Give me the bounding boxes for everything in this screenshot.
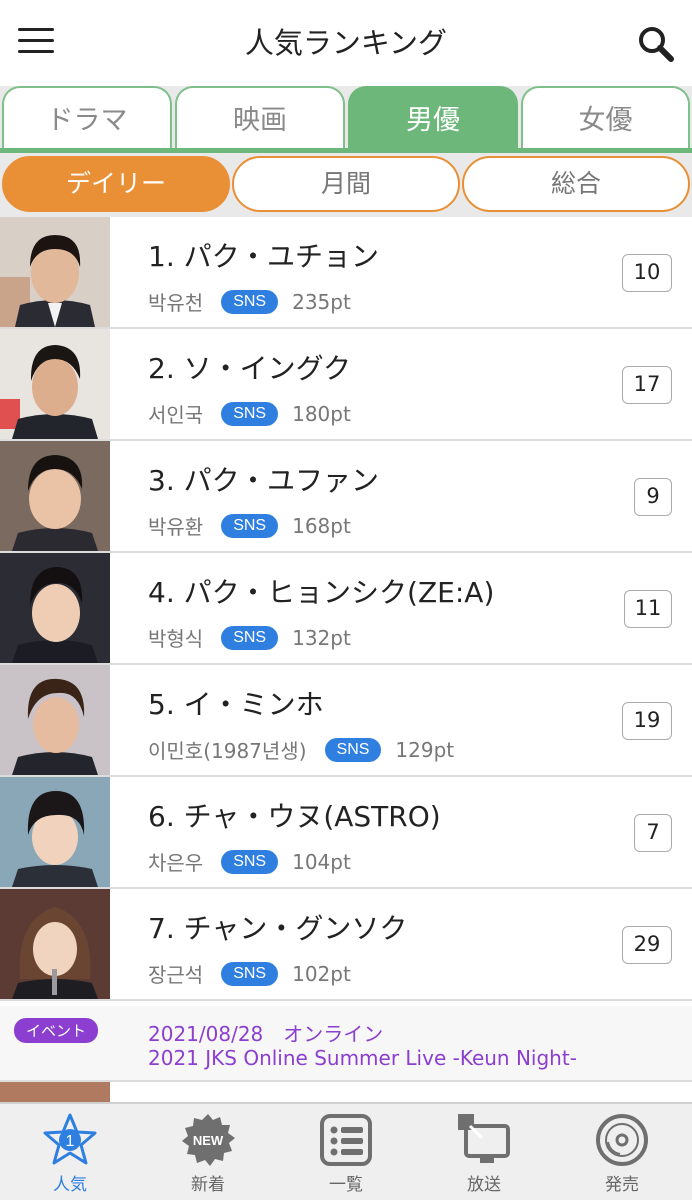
segment-overall[interactable]: 総合: [462, 156, 690, 212]
nav-new[interactable]: NEW 新着: [148, 1112, 268, 1202]
points: 129pt: [395, 737, 455, 762]
disc-icon: [596, 1114, 648, 1166]
new-text: NEW: [193, 1133, 224, 1148]
korean-name: 박유천: [148, 291, 204, 315]
korean-name: 차은우: [148, 851, 204, 875]
korean-name: 장근석: [148, 963, 204, 987]
count-badge: 29: [622, 926, 672, 964]
ranking-row[interactable]: 5. イ・ミンホ 이민호(1987년생) SNS 129pt 19: [0, 665, 692, 777]
points: 102pt: [292, 961, 351, 986]
actor-photo: [0, 553, 110, 663]
ranking-row[interactable]: 7. チャン・グンソク 장근석 SNS 102pt 29: [0, 889, 692, 1001]
event-badge: イベント: [14, 1018, 99, 1043]
actor-photo: [0, 665, 110, 775]
sns-badge[interactable]: SNS: [221, 513, 279, 538]
nav-broadcast[interactable]: 放送: [424, 1112, 544, 1202]
new-badge-icon: NEW: [182, 1114, 235, 1166]
count-badge: 17: [622, 366, 672, 404]
count-badge: 9: [634, 478, 672, 516]
actor-photo: [0, 889, 110, 999]
actor-meta: 이민호(1987년생) SNS 129pt: [148, 735, 454, 764]
tab-movie[interactable]: 映画: [175, 86, 345, 150]
count-badge: 11: [624, 590, 672, 628]
actor-name: 2. ソ・イングク: [148, 352, 352, 385]
category-tabs: ドラマ 映画 男優 女優: [0, 86, 692, 152]
event-row[interactable]: イベント 2021/08/28 オンライン 2021 JKS Online Su…: [0, 1006, 692, 1082]
search-icon[interactable]: [636, 24, 676, 64]
event-date-line: 2021/08/28 オンライン: [148, 1022, 384, 1046]
points: 235pt: [292, 289, 351, 314]
period-segments: デイリー 月間 総合: [0, 153, 692, 217]
korean-name: 이민호(1987년생): [148, 739, 307, 763]
sns-badge[interactable]: SNS: [221, 401, 279, 426]
actor-name: 3. パク・ユファン: [148, 464, 380, 497]
bottom-nav: 1 人気 NEW 新着 一覧 放送 発売: [0, 1102, 692, 1200]
count-badge: 10: [622, 254, 672, 292]
nav-popular[interactable]: 1 人気: [10, 1112, 130, 1202]
tab-actress[interactable]: 女優: [521, 86, 690, 150]
sns-badge[interactable]: SNS: [221, 289, 279, 314]
actor-meta: 차은우 SNS 104pt: [148, 847, 351, 876]
ranking-row[interactable]: 4. パク・ヒョンシク(ZE:A) 박형식 SNS 132pt 11: [0, 553, 692, 665]
ranking-row[interactable]: 2. ソ・イングク 서인국 SNS 180pt 17: [0, 329, 692, 441]
korean-name: 서인국: [148, 403, 204, 427]
actor-photo: [0, 441, 110, 551]
page-title: 人気ランキング: [244, 26, 448, 60]
sns-badge[interactable]: SNS: [221, 849, 279, 874]
rank-number: 1: [66, 1133, 75, 1150]
nav-release[interactable]: 発売: [562, 1112, 682, 1202]
tab-actor[interactable]: 男優: [348, 86, 518, 150]
korean-name: 박유환: [148, 515, 204, 539]
nav-label: 新着: [191, 1175, 225, 1195]
korean-name: 박형식: [148, 627, 204, 651]
actor-name: 1. パク・ユチョン: [148, 240, 380, 273]
points: 104pt: [292, 849, 351, 874]
actor-photo: [0, 777, 110, 887]
points: 180pt: [292, 401, 351, 426]
actor-name: 5. イ・ミンホ: [148, 688, 324, 721]
sns-badge[interactable]: SNS: [221, 961, 279, 986]
segment-daily[interactable]: デイリー: [2, 156, 230, 212]
points: 168pt: [292, 513, 351, 538]
next-row-peek: [0, 1082, 110, 1102]
count-badge: 7: [634, 814, 672, 852]
star-rank-icon: 1: [43, 1113, 97, 1165]
event-title-line: 2021 JKS Online Summer Live -Keun Night-: [148, 1046, 577, 1070]
broadcast-icon: [458, 1114, 510, 1163]
list-icon: [320, 1114, 372, 1166]
nav-label: 一覧: [329, 1175, 363, 1195]
actor-meta: 박유천 SNS 235pt: [148, 287, 351, 316]
actor-photo: [0, 329, 110, 439]
segment-monthly[interactable]: 月間: [232, 156, 460, 212]
sns-badge[interactable]: SNS: [324, 737, 382, 762]
actor-meta: 장근석 SNS 102pt: [148, 959, 351, 988]
nav-label: 発売: [605, 1175, 639, 1195]
points: 132pt: [292, 625, 351, 650]
ranking-row[interactable]: 3. パク・ユファン 박유환 SNS 168pt 9: [0, 441, 692, 553]
actor-name: 6. チャ・ウヌ(ASTRO): [148, 800, 441, 833]
actor-name: 4. パク・ヒョンシク(ZE:A): [148, 576, 495, 609]
actor-meta: 박유환 SNS 168pt: [148, 511, 351, 540]
actor-name: 7. チャン・グンソク: [148, 912, 408, 945]
ranking-row[interactable]: 6. チャ・ウヌ(ASTRO) 차은우 SNS 104pt 7: [0, 777, 692, 889]
nav-label: 放送: [467, 1175, 501, 1195]
nav-label: 人気: [53, 1175, 87, 1195]
ranking-row[interactable]: 1. パク・ユチョン 박유천 SNS 235pt 10: [0, 217, 692, 329]
sns-badge[interactable]: SNS: [221, 625, 279, 650]
app-header: 人気ランキング: [0, 0, 692, 86]
actor-photo: [0, 217, 110, 327]
tab-drama[interactable]: ドラマ: [2, 86, 172, 150]
actor-meta: 박형식 SNS 132pt: [148, 623, 351, 652]
count-badge: 19: [622, 702, 672, 740]
actor-meta: 서인국 SNS 180pt: [148, 399, 351, 428]
nav-list[interactable]: 一覧: [286, 1112, 406, 1202]
